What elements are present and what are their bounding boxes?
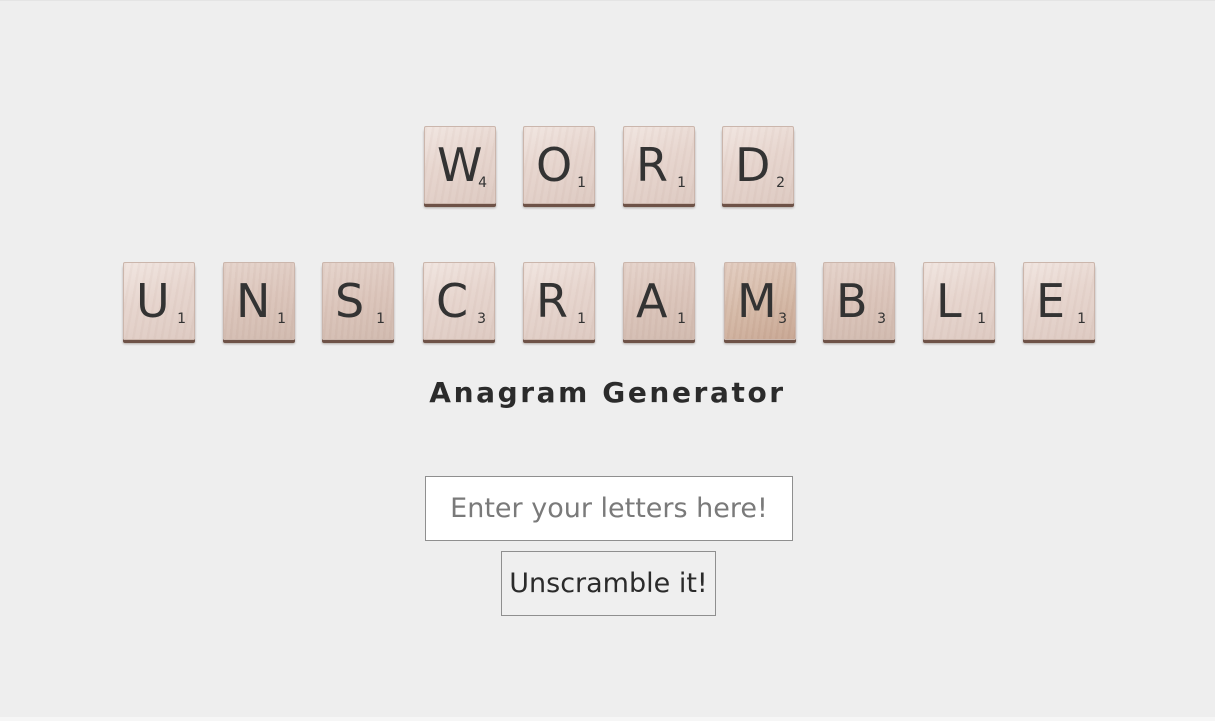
- tile-score: 1: [376, 311, 385, 327]
- letter-tile: O 1: [523, 126, 595, 204]
- page-subtitle: Anagram Generator: [429, 376, 786, 409]
- tile-score: 3: [477, 311, 486, 327]
- letter-tile: S 1: [322, 262, 394, 340]
- letter-tile: W 4: [424, 126, 496, 204]
- tile-score: 2: [776, 175, 785, 191]
- letter-tile: R 1: [623, 126, 695, 204]
- tile-letter: C: [436, 274, 469, 328]
- tile-score: 1: [1077, 311, 1086, 327]
- letter-tile: A 1: [623, 262, 695, 340]
- letter-tile: U 1: [123, 262, 195, 340]
- tile-letter: S: [335, 274, 365, 328]
- tile-letter: U: [136, 274, 170, 328]
- tile-letter: N: [236, 274, 271, 328]
- logo-row-unscramble: U 1 N 1 S 1 C 3 R 1 A 1 M 3 B 3 L 1 E 1: [0, 262, 1215, 344]
- tile-score: 1: [577, 311, 586, 327]
- tile-score: 3: [778, 311, 787, 327]
- tile-score: 1: [677, 175, 686, 191]
- tile-letter: M: [737, 274, 777, 328]
- letter-tile: M 3: [724, 262, 796, 340]
- tile-letter: L: [936, 274, 962, 328]
- tile-score: 3: [877, 311, 886, 327]
- tile-letter: R: [536, 274, 568, 328]
- letter-tile: R 1: [523, 262, 595, 340]
- letters-input[interactable]: [425, 476, 793, 541]
- tile-letter: D: [735, 138, 771, 192]
- tile-letter: A: [636, 274, 668, 328]
- tile-letter: O: [536, 138, 573, 192]
- letter-tile: D 2: [722, 126, 794, 204]
- page-bottom-edge: [0, 717, 1215, 721]
- tile-letter: W: [437, 138, 483, 192]
- tile-score: 1: [577, 175, 586, 191]
- unscramble-button[interactable]: Unscramble it!: [501, 551, 716, 616]
- logo-row-word: W 4 O 1 R 1 D 2: [0, 126, 1215, 208]
- tile-letter: E: [1036, 274, 1066, 328]
- letter-tile: C 3: [423, 262, 495, 340]
- tile-letter: B: [836, 274, 868, 328]
- letter-tile: N 1: [223, 262, 295, 340]
- letter-tile: L 1: [923, 262, 995, 340]
- tile-score: 1: [677, 311, 686, 327]
- tile-score: 1: [977, 311, 986, 327]
- letter-tile: E 1: [1023, 262, 1095, 340]
- letter-tile: B 3: [823, 262, 895, 340]
- tile-letter: R: [636, 138, 668, 192]
- tile-score: 4: [478, 175, 487, 191]
- tile-score: 1: [177, 311, 186, 327]
- tile-score: 1: [277, 311, 286, 327]
